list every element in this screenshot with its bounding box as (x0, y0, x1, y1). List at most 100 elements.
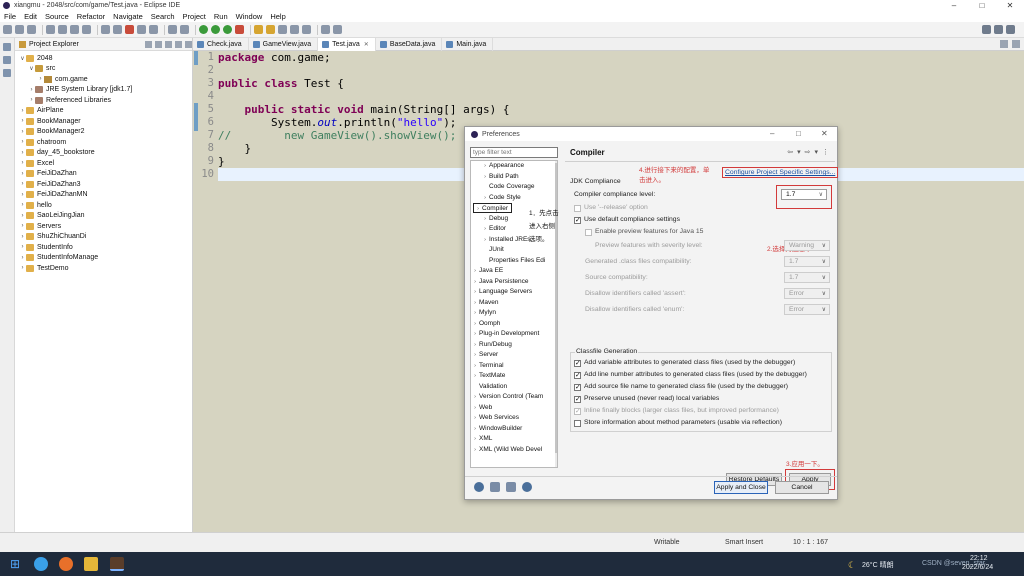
external-tools-icon[interactable] (235, 25, 244, 34)
menu-item-navigate[interactable]: Navigate (113, 12, 143, 21)
dialog-minimize-icon[interactable]: – (770, 127, 774, 141)
tree-item[interactable]: ›Referenced Libraries (15, 95, 192, 106)
classfile-option-checkbox[interactable]: ✓ (574, 360, 581, 367)
tree-item[interactable]: ∨src (15, 64, 192, 75)
toggle-mark-icon[interactable] (168, 25, 177, 34)
coverage-icon[interactable] (223, 25, 232, 34)
source-compat-select[interactable]: 1.7 (784, 272, 830, 283)
dialog-maximize-icon[interactable]: □ (796, 127, 801, 141)
collapsed-arrow-icon[interactable]: › (19, 108, 26, 114)
tree-item[interactable]: ›BookManager2 (15, 127, 192, 138)
nav-item[interactable]: ›Java EE (471, 266, 557, 277)
edge-icon[interactable] (34, 557, 48, 571)
restore-view-icon[interactable] (3, 43, 11, 51)
maximize-view-icon[interactable] (185, 41, 192, 48)
collapsed-arrow-icon[interactable]: › (471, 413, 479, 424)
collapsed-arrow-icon[interactable]: › (19, 160, 26, 166)
tree-item[interactable]: ›hello (15, 200, 192, 211)
tree-item[interactable]: ›TestDemo (15, 263, 192, 274)
dialog-close-icon[interactable]: ✕ (821, 127, 828, 141)
menu-item-refactor[interactable]: Refactor (77, 12, 105, 21)
tree-item[interactable]: ›SaoLeiJingJian (15, 211, 192, 222)
firefox-icon[interactable] (59, 557, 73, 571)
filter-input[interactable]: type filter text (470, 147, 558, 158)
nav-item[interactable]: ›Server (471, 350, 557, 361)
collapsed-arrow-icon[interactable]: › (19, 150, 26, 156)
collapsed-arrow-icon[interactable]: › (481, 172, 489, 183)
compliance-level-select[interactable]: 1.7 (781, 189, 827, 200)
collapsed-arrow-icon[interactable]: › (471, 308, 479, 319)
collapsed-arrow-icon[interactable]: › (19, 171, 26, 177)
clock-date[interactable]: 2022/6/24 (962, 564, 993, 571)
cancel-button[interactable]: Cancel (775, 481, 829, 494)
nav-item[interactable]: ›Version Control (Team (471, 392, 557, 403)
generated-class-select[interactable]: 1.7 (784, 256, 830, 267)
collapsed-arrow-icon[interactable]: › (481, 161, 489, 172)
import-icon[interactable] (490, 482, 500, 492)
collapsed-arrow-icon[interactable]: › (19, 234, 26, 240)
collapsed-arrow-icon[interactable]: › (471, 277, 479, 288)
open-type-icon[interactable] (70, 25, 79, 34)
nav-item[interactable]: ›Java Persistence (471, 277, 557, 288)
nav-item[interactable]: ›Oomph (471, 319, 557, 330)
collapsed-arrow-icon[interactable]: › (471, 266, 479, 277)
collapsed-arrow-icon[interactable]: › (471, 403, 479, 414)
new-java-class-icon[interactable] (266, 25, 275, 34)
editor-tab[interactable]: Main.java (442, 38, 493, 51)
build-icon[interactable] (180, 25, 189, 34)
forward-icon[interactable]: ⇨ (805, 148, 811, 156)
collapsed-arrow-icon[interactable]: › (19, 213, 26, 219)
new-icon[interactable] (3, 25, 12, 34)
collapsed-arrow-icon[interactable]: › (19, 255, 26, 261)
export-icon[interactable] (506, 482, 516, 492)
nav-item[interactable]: ›Code Style (471, 193, 557, 204)
minimize-view-icon[interactable] (175, 41, 182, 48)
nav-item[interactable]: ›TextMate (471, 371, 557, 382)
menu-item-edit[interactable]: Edit (24, 12, 37, 21)
start-icon[interactable]: ⊞ (8, 557, 22, 571)
save-all-icon[interactable] (27, 25, 36, 34)
step-over-icon[interactable] (149, 25, 158, 34)
collapsed-arrow-icon[interactable]: › (481, 224, 489, 235)
hierarchy-view-icon[interactable] (3, 69, 11, 77)
collapsed-arrow-icon[interactable]: › (471, 298, 479, 309)
collapsed-arrow-icon[interactable]: › (481, 193, 489, 204)
tree-item[interactable]: ›Servers (15, 221, 192, 232)
eclipse-task-icon[interactable] (110, 557, 124, 571)
collapsed-arrow-icon[interactable]: › (471, 287, 479, 298)
perspective-icon[interactable] (994, 25, 1003, 34)
tree-item[interactable]: ∨2048 (15, 53, 192, 64)
collapsed-arrow-icon[interactable]: › (19, 118, 26, 124)
nav-item[interactable]: ›Web Services (471, 413, 557, 424)
skip-breakpoints-icon[interactable] (101, 25, 110, 34)
project-explorer-tab[interactable]: Project Explorer (15, 38, 192, 51)
link-editor-icon[interactable] (155, 41, 162, 48)
use-default-checkbox[interactable]: ✓ (574, 217, 581, 224)
tree-item[interactable]: ›ShuZhiChuanDi (15, 232, 192, 243)
nav-item[interactable]: Code Coverage (471, 182, 557, 193)
save-icon[interactable] (15, 25, 24, 34)
nav-item[interactable]: ›Language Servers (471, 287, 557, 298)
outline-view-icon[interactable] (3, 56, 11, 64)
nav-item[interactable]: ›Mylyn (471, 308, 557, 319)
java-perspective-icon[interactable] (1006, 25, 1015, 34)
clock-time[interactable]: 22:12 (970, 555, 988, 562)
nav-item[interactable]: ›Web (471, 403, 557, 414)
search-icon[interactable] (82, 25, 91, 34)
nav-item-compiler-highlight[interactable]: ›Compiler (473, 203, 512, 213)
classfile-option-checkbox[interactable] (574, 420, 581, 427)
nav-item[interactable]: Properties Files Edi (471, 256, 557, 267)
open-task-icon[interactable] (278, 25, 287, 34)
collapsed-arrow-icon[interactable]: › (19, 129, 26, 135)
collapsed-arrow-icon[interactable]: › (471, 392, 479, 403)
resume-icon[interactable] (113, 25, 122, 34)
close-icon[interactable]: ✕ (996, 0, 1024, 11)
tree-item[interactable]: ›StudentInfoManage (15, 253, 192, 264)
tree-item[interactable]: ›FeiJiDaZhan (15, 169, 192, 180)
classfile-option-checkbox[interactable]: ✓ (574, 396, 581, 403)
tree-item[interactable]: ›com.game (15, 74, 192, 85)
collapsed-arrow-icon[interactable]: › (471, 319, 479, 330)
nav-item[interactable]: JUnit (471, 245, 557, 256)
collapsed-arrow-icon[interactable]: › (471, 361, 479, 372)
collapsed-arrow-icon[interactable]: › (481, 214, 489, 225)
